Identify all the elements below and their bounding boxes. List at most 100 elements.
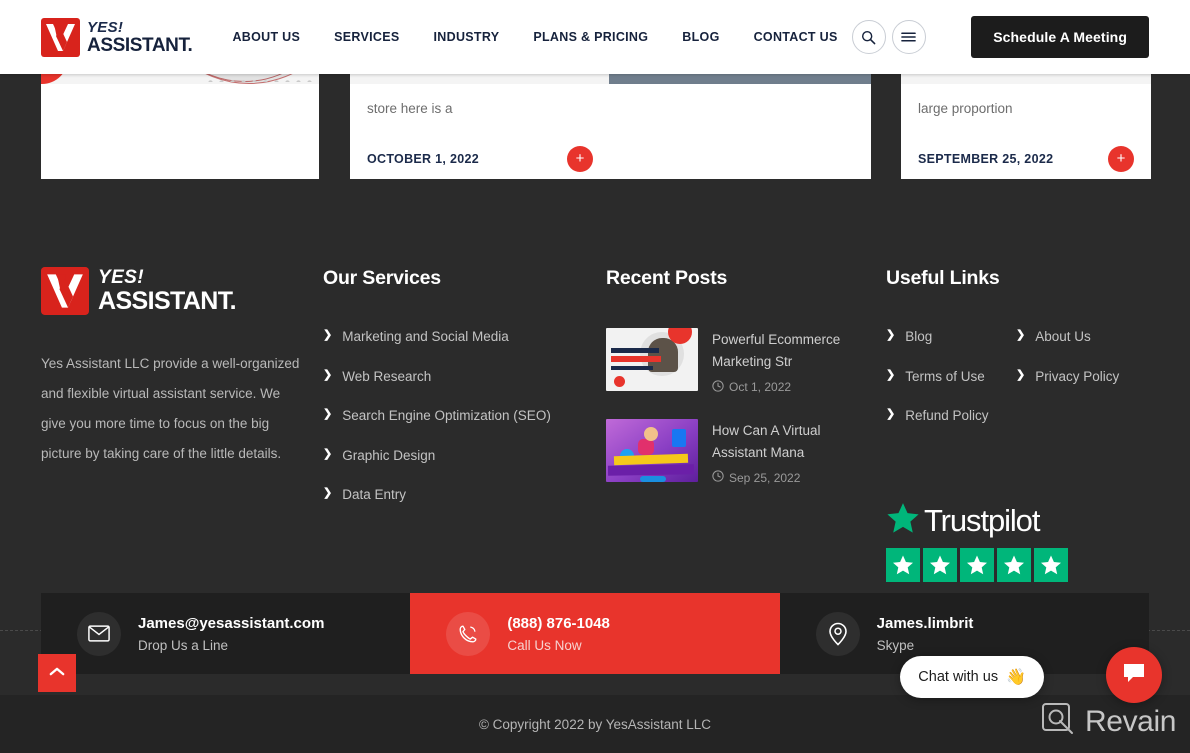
main-navigation: ABOUT US SERVICES INDUSTRY PLANS & PRICI…: [232, 30, 837, 44]
footer-logo[interactable]: YES! ASSISTANT.: [41, 267, 323, 315]
blog-card-readmore-button[interactable]: +: [1108, 145, 1134, 172]
list-item[interactable]: ❯ Graphic Design: [323, 447, 606, 465]
nav-item-contact-us[interactable]: CONTACT US: [754, 30, 838, 44]
chevron-right-icon: ❯: [323, 408, 333, 421]
contact-item-phone[interactable]: (888) 876-1048 Call Us Now: [410, 593, 780, 674]
contact-phone-value: (888) 876-1048: [507, 615, 610, 633]
service-link[interactable]: Data Entry: [342, 486, 406, 504]
yes-assistant-logo-icon: [41, 267, 89, 315]
blog-card[interactable]: [41, 74, 319, 179]
trustpilot-wordmark: Trustpilot: [924, 502, 1040, 538]
page-root: YES! ASSISTANT. ABOUT US SERVICES INDUST…: [0, 0, 1190, 753]
footer-services-title: Our Services: [323, 267, 441, 289]
list-item[interactable]: ❯ Web Research: [323, 368, 606, 386]
yes-assistant-logo-icon: [41, 17, 80, 57]
hamburger-menu-icon[interactable]: [891, 20, 926, 54]
trustpilot-rating-stars: [886, 547, 1072, 582]
schedule-meeting-button[interactable]: Schedule A Meeting: [971, 16, 1149, 58]
footer-column-services: Our Services ❯ Marketing and Social Media…: [323, 267, 606, 582]
blog-card-excerpt: large proportion: [918, 101, 1013, 116]
trustpilot-star-icon: [886, 501, 920, 540]
search-icon[interactable]: [851, 20, 886, 54]
blog-card[interactable]: store here is a OCTOBER 1, 2022 +: [350, 74, 610, 179]
list-item[interactable]: ❯ Marketing and Social Media: [323, 328, 606, 346]
footer-logo-text-top: YES!: [98, 267, 144, 288]
footer-services-list: ❯ Marketing and Social Media ❯ Web Researc…: [323, 328, 606, 504]
list-item[interactable]: ❯ Blog: [886, 328, 1016, 346]
list-item[interactable]: ❯ Terms of Use: [886, 368, 1016, 386]
nav-item-services[interactable]: SERVICES: [334, 30, 399, 44]
blog-card-image: [41, 74, 319, 84]
useful-links-grid: ❯ Blog ❯ Terms of Use ❯ Refund Policy ❯ Abou…: [886, 328, 1149, 447]
list-item[interactable]: ❯ About Us: [1016, 328, 1146, 346]
nav-item-industry[interactable]: INDUSTRY: [434, 30, 500, 44]
contact-skype-value: James.limbrit: [876, 615, 974, 633]
header-logo[interactable]: YES! ASSISTANT.: [41, 17, 193, 57]
contact-email-label: Drop Us a Line: [138, 637, 229, 653]
list-item[interactable]: ❯ Privacy Policy: [1016, 368, 1146, 386]
chat-with-us-prompt[interactable]: Chat with us 👋: [900, 656, 1044, 698]
location-pin-icon: [815, 611, 860, 656]
envelope-icon: [77, 611, 121, 656]
useful-link[interactable]: Refund Policy: [905, 407, 988, 425]
chat-launcher-button[interactable]: [1106, 647, 1162, 703]
chevron-right-icon: ❯: [886, 329, 896, 341]
chevron-right-icon: ❯: [323, 487, 333, 500]
post-date: Oct 1, 2022: [712, 379, 862, 395]
contact-skype-label: Skype: [876, 637, 915, 653]
nav-item-blog[interactable]: BLOG: [682, 30, 719, 44]
post-title[interactable]: Powerful Ecommerce Marketing Str: [712, 329, 862, 374]
blog-card[interactable]: large proportion SEPTEMBER 25, 2022 +: [901, 74, 1151, 179]
blog-card[interactable]: HOW CAN VIRTUAL ASSISTANT NAGE YOUR SOCI…: [609, 74, 871, 179]
service-link[interactable]: Graphic Design: [342, 447, 435, 465]
blog-card-readmore-button[interactable]: +: [567, 145, 593, 172]
useful-link[interactable]: Terms of Use: [905, 368, 985, 386]
service-link[interactable]: Web Research: [342, 368, 431, 386]
footer-posts-title: Recent Posts: [606, 267, 728, 289]
post-thumbnail[interactable]: [606, 418, 698, 482]
blog-cards-strip: store here is a OCTOBER 1, 2022 + HOW CA…: [0, 74, 1190, 179]
list-item[interactable]: ❯ Refund Policy: [886, 407, 1016, 425]
footer-links-title: Useful Links: [886, 267, 1000, 289]
site-header: YES! ASSISTANT. ABOUT US SERVICES INDUST…: [0, 0, 1190, 74]
contact-phone-label: Call Us Now: [507, 637, 582, 653]
service-link[interactable]: Search Engine Optimization (SEO): [342, 407, 551, 425]
chevron-up-icon: [49, 664, 65, 682]
phone-icon: [446, 611, 491, 656]
chevron-right-icon: ❯: [323, 368, 333, 381]
useful-links-column-2: ❯ About Us ❯ Privacy Policy: [1016, 328, 1146, 385]
footer-logo-text-bottom: ASSISTANT.: [98, 287, 237, 315]
chat-prompt-label: Chat with us: [918, 669, 999, 685]
revain-watermark: Revain: [1041, 702, 1176, 741]
chevron-right-icon: ❯: [323, 329, 333, 341]
chevron-right-icon: ❯: [323, 447, 333, 460]
footer-column-recent-posts: Recent Posts Powerful Ecommerce Marketin…: [606, 267, 886, 582]
footer-columns: YES! ASSISTANT. Yes Assistant LLC provid…: [41, 267, 1149, 582]
recent-post-item[interactable]: How Can A Virtual Assistant Mana Sep 25,…: [606, 418, 886, 486]
useful-link[interactable]: About Us: [1035, 328, 1091, 346]
blog-card-meta: OCTOBER 1, 2022 +: [367, 145, 593, 172]
copyright-text: © Copyright 2022 by YesAssistant LLC: [478, 716, 712, 732]
useful-link[interactable]: Blog: [905, 328, 932, 346]
list-item[interactable]: ❯ Data Entry: [323, 486, 606, 504]
blog-card-image: HOW CAN VIRTUAL ASSISTANT NAGE YOUR SOCI…: [609, 74, 871, 84]
contact-item-email[interactable]: James@yesassistant.com Drop Us a Line: [41, 593, 411, 674]
list-item[interactable]: ❯ Search Engine Optimization (SEO): [323, 407, 606, 425]
nav-item-about-us[interactable]: ABOUT US: [232, 30, 300, 44]
chat-bubble-icon: [1122, 662, 1146, 689]
rating-star: [960, 547, 994, 582]
footer-column-useful-links: Useful Links ❯ Blog ❯ Terms of Use ❯ Refund…: [886, 267, 1149, 582]
useful-link[interactable]: Privacy Policy: [1035, 368, 1119, 386]
chevron-right-icon: ❯: [1016, 329, 1026, 341]
blog-card-date: OCTOBER 1, 2022: [367, 151, 479, 166]
rating-star: [886, 547, 920, 582]
nav-item-plans-pricing[interactable]: PLANS & PRICING: [533, 30, 648, 44]
scroll-to-top-button[interactable]: [38, 654, 76, 692]
contact-email-value: James@yesassistant.com: [138, 615, 325, 633]
post-title[interactable]: How Can A Virtual Assistant Mana: [712, 420, 862, 465]
chevron-right-icon: ❯: [1016, 368, 1026, 381]
trustpilot-widget[interactable]: Trustpilot: [886, 501, 1072, 582]
recent-post-item[interactable]: Powerful Ecommerce Marketing Str Oct 1, …: [606, 328, 886, 395]
post-thumbnail[interactable]: [606, 328, 698, 391]
service-link[interactable]: Marketing and Social Media: [342, 328, 509, 346]
